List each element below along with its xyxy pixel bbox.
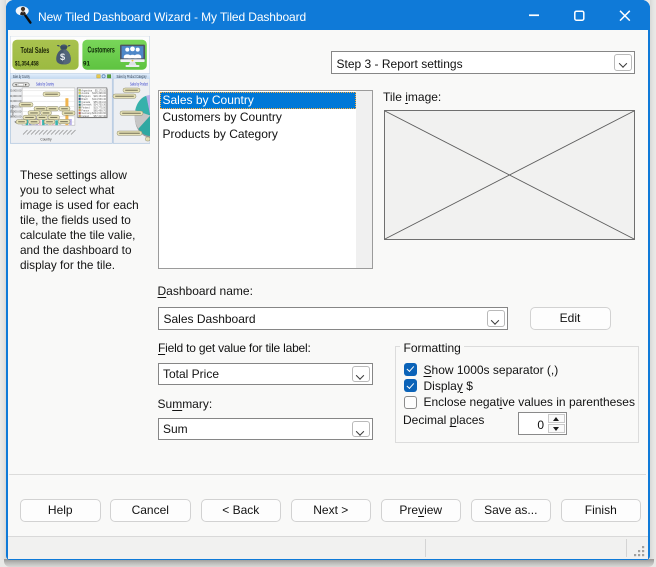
svg-text:Country: Country — [40, 138, 52, 142]
svg-text:Customers: Customers — [88, 45, 116, 54]
svg-text:$250,000.00: $250,000.00 — [10, 94, 22, 98]
svg-text:Total Price: Total Price — [11, 104, 15, 117]
svg-text:Total Sales: Total Sales — [21, 46, 50, 55]
svg-text:Sales by Country: Sales by Country — [13, 74, 30, 79]
svg-text:$: $ — [60, 52, 65, 62]
svg-text:$300,000.00: $300,000.00 — [10, 89, 22, 93]
svg-text:Sales by Country: Sales by Country — [36, 81, 54, 86]
svg-text:$57,317.30: $57,317.30 — [93, 115, 106, 118]
svg-text:91: 91 — [83, 60, 90, 67]
svg-text:$1,354,458: $1,354,458 — [15, 61, 39, 68]
svg-text:Sales by Product: Sales by Product — [130, 81, 148, 86]
svg-text:Ireland: Ireland — [81, 115, 89, 118]
svg-text:Sales by Product Category: Sales by Product Category — [117, 74, 148, 79]
